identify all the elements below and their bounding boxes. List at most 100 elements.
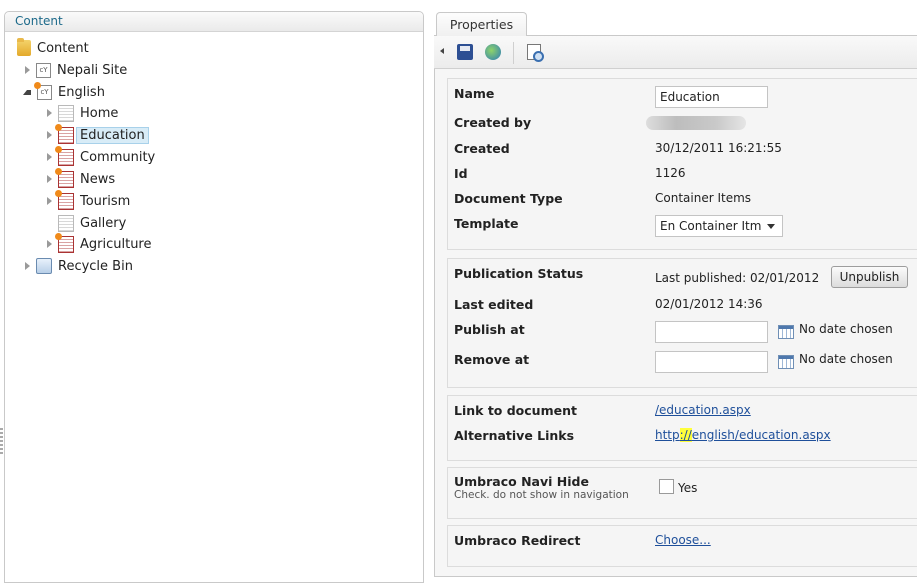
- tree-root-content[interactable]: Content: [17, 38, 89, 58]
- tree-item-education[interactable]: Education: [47, 123, 149, 145]
- alternative-link[interactable]: http://english/education.aspx: [655, 428, 831, 442]
- publish-at-label: Publish at: [454, 322, 525, 337]
- navi-hide-checkbox[interactable]: [659, 479, 674, 494]
- redirect-choose-link[interactable]: Choose...: [655, 533, 711, 547]
- tree-item-agriculture[interactable]: Agriculture: [47, 232, 152, 254]
- calendar-icon[interactable]: [778, 355, 794, 369]
- link-to-document-label: Link to document: [454, 403, 577, 418]
- calendar-icon[interactable]: [778, 325, 794, 339]
- navi-hide-label: Umbraco Navi Hide: [454, 474, 589, 489]
- document-type-value: Container Items: [655, 191, 752, 205]
- document-icon: [55, 167, 74, 188]
- id-label: Id: [454, 166, 468, 181]
- tree-item-label: Home: [80, 105, 119, 121]
- name-label: Name: [454, 86, 495, 101]
- properties-section-links: Link to document /education.aspx Alterna…: [447, 395, 917, 461]
- document-icon: [55, 189, 74, 210]
- document-icon: [58, 214, 74, 232]
- alt-link-highlight: ://: [679, 428, 692, 442]
- tree-item-label: Gallery: [80, 215, 127, 231]
- site-icon: cY: [36, 62, 51, 78]
- content-tree-header: Content: [5, 12, 423, 32]
- collapse-left-icon[interactable]: [440, 48, 444, 54]
- name-input[interactable]: [655, 86, 768, 108]
- last-edited-label: Last edited: [454, 297, 534, 312]
- editor-toolbar: [434, 36, 917, 69]
- new-badge-icon: [34, 81, 41, 89]
- tree-item-label: News: [80, 171, 116, 187]
- created-value: 30/12/2011 16:21:55: [655, 141, 782, 155]
- expand-arrow-icon[interactable]: [47, 131, 52, 139]
- remove-at-input[interactable]: [655, 351, 768, 373]
- publication-status-label: Publication Status: [454, 266, 584, 281]
- document-icon: [58, 104, 74, 122]
- link-to-document[interactable]: /education.aspx: [655, 403, 751, 417]
- tree-item-label: Content: [37, 40, 89, 56]
- last-published-text: Last published: 02/01/2012: [655, 271, 820, 285]
- expand-arrow-icon[interactable]: [47, 153, 52, 161]
- preview-icon[interactable]: [527, 44, 544, 62]
- tree-item-gallery[interactable]: Gallery: [47, 213, 126, 233]
- new-badge-icon: [55, 189, 62, 197]
- publish-at-input[interactable]: [655, 321, 768, 343]
- expand-arrow-icon[interactable]: [25, 66, 30, 74]
- publish-at-no-date: No date chosen: [799, 322, 893, 336]
- new-badge-icon: [55, 167, 62, 175]
- tree-item-english[interactable]: cY English: [23, 81, 105, 102]
- properties-section-general: Name Created by Created 30/12/2011 16:21…: [447, 78, 917, 250]
- template-label: Template: [454, 216, 519, 231]
- template-select[interactable]: En Container Itm: [655, 215, 783, 237]
- tree-item-community[interactable]: Community: [47, 145, 156, 167]
- id-value: 1126: [655, 166, 686, 180]
- chevron-down-icon: [767, 224, 775, 229]
- content-tree-panel: Content Content cY Nepali Site cY Englis…: [4, 11, 424, 583]
- document-icon: [55, 232, 74, 253]
- tree-item-nepali-site[interactable]: cY Nepali Site: [25, 60, 127, 80]
- document-icon: [55, 123, 74, 144]
- unpublish-button[interactable]: Unpublish: [831, 266, 908, 288]
- tree-item-label: Nepali Site: [57, 62, 128, 78]
- remove-at-no-date: No date chosen: [799, 352, 893, 366]
- tree-item-label: Community: [80, 149, 156, 165]
- tree-item-label: Agriculture: [80, 236, 152, 252]
- new-badge-icon: [55, 145, 62, 153]
- recycle-bin-icon: [36, 258, 52, 274]
- collapse-arrow-icon[interactable]: [23, 89, 31, 95]
- expand-arrow-icon[interactable]: [47, 175, 52, 183]
- tree-item-tourism[interactable]: Tourism: [47, 189, 131, 211]
- alternative-links-label: Alternative Links: [454, 428, 575, 443]
- template-select-value: En Container Itm: [660, 219, 762, 233]
- last-edited-value: 02/01/2012 14:36: [655, 297, 763, 311]
- tree-item-news[interactable]: News: [47, 167, 116, 189]
- created-by-label: Created by: [454, 115, 532, 130]
- properties-section-redirect: Umbraco Redirect Choose...: [447, 525, 917, 567]
- tree-item-home[interactable]: Home: [47, 103, 118, 123]
- alt-link-suffix: english/education.aspx: [691, 428, 831, 442]
- alt-link-prefix: http: [655, 428, 680, 442]
- new-badge-icon: [55, 232, 62, 240]
- properties-section-publication: Publication Status Last published: 02/01…: [447, 258, 917, 388]
- save-and-publish-icon[interactable]: [485, 44, 501, 60]
- expand-arrow-icon[interactable]: [25, 262, 30, 270]
- properties-section-navi-hide: Umbraco Navi Hide Check. do not show in …: [447, 467, 917, 519]
- tree-item-label: Tourism: [80, 193, 131, 209]
- tree-item-label-selected: Education: [76, 126, 149, 144]
- redacted-author: [646, 116, 746, 130]
- document-type-label: Document Type: [454, 191, 563, 206]
- folder-icon: [17, 38, 31, 56]
- created-label: Created: [454, 141, 510, 156]
- tab-properties[interactable]: Properties: [436, 12, 527, 36]
- navi-hide-help: Check. do not show in navigation: [454, 489, 629, 501]
- resize-grip[interactable]: [0, 428, 3, 454]
- expand-arrow-icon[interactable]: [47, 109, 52, 117]
- expand-arrow-icon[interactable]: [47, 197, 52, 205]
- redirect-label: Umbraco Redirect: [454, 533, 581, 548]
- tree-item-label: Recycle Bin: [58, 258, 133, 274]
- save-icon[interactable]: [457, 44, 473, 60]
- remove-at-label: Remove at: [454, 352, 530, 367]
- expand-arrow-icon[interactable]: [47, 240, 52, 248]
- site-icon: cY: [34, 81, 52, 100]
- tree-item-recycle-bin[interactable]: Recycle Bin: [25, 256, 133, 276]
- document-icon: [55, 145, 74, 166]
- new-badge-icon: [55, 123, 62, 131]
